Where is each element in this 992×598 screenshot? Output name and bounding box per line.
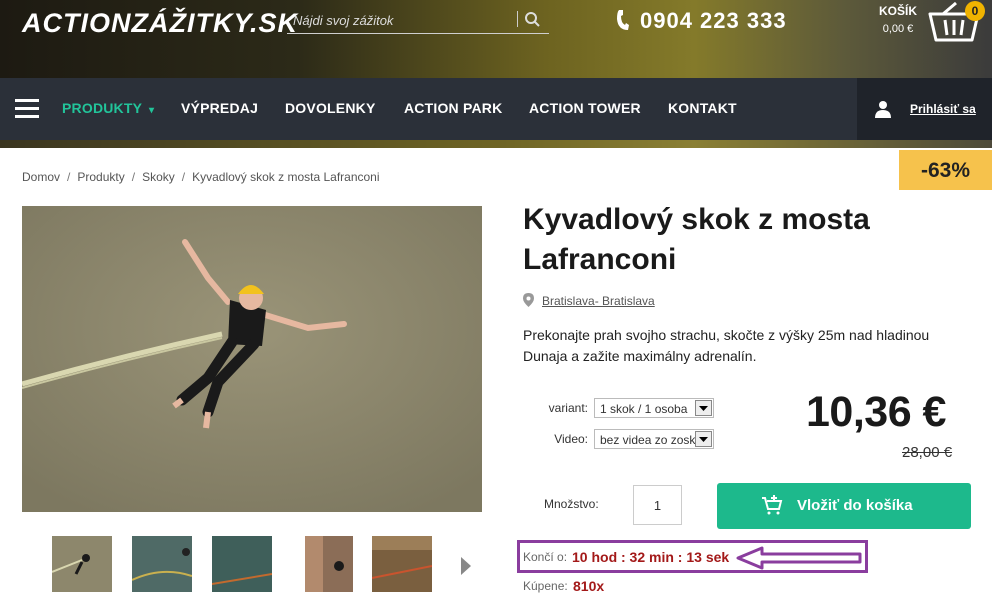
breadcrumb-separator: / (181, 170, 186, 184)
thumbnail-4[interactable] (305, 536, 353, 592)
search-bar (287, 8, 549, 34)
search-input[interactable] (293, 10, 511, 30)
thumbnail-2[interactable] (132, 536, 192, 592)
cart-add-icon (762, 495, 783, 515)
quantity-input[interactable] (633, 485, 682, 525)
nav-item-action-park[interactable]: ACTION PARK (404, 100, 502, 116)
cart-label: KOŠÍK (878, 4, 917, 18)
add-to-cart-button[interactable]: Vložiť do košíka (717, 483, 971, 529)
phone-icon (617, 10, 629, 30)
phone-text: 0904 223 333 (640, 8, 787, 33)
main-nav: PRODUKTY ▾ VÝPREDAJ DOVOLENKY ACTION PAR… (0, 78, 992, 140)
discount-badge: -63% (899, 150, 992, 190)
site-header: ACTIONZÁŽITKY.SK 0904 223 333 KOŠÍK 0,00… (0, 0, 992, 78)
product-price: 10,36 € (806, 388, 946, 436)
dropdown-arrow-icon (695, 431, 712, 447)
search-icon[interactable] (523, 10, 543, 30)
product-description: Prekonajte prah svojho strachu, skočte z… (523, 327, 930, 364)
bought-label: Kúpene: (523, 579, 568, 593)
breadcrumb-separator: / (67, 170, 71, 184)
bought-count: 810x (573, 578, 605, 594)
nav-item-produkty[interactable]: PRODUKTY ▾ (62, 100, 154, 116)
product-title: Kyvadlový skok z mosta Lafranconi (523, 203, 870, 276)
bungee-jumper-image (22, 206, 482, 512)
video-select[interactable]: bez videa zo zosk (594, 429, 714, 449)
header-stripe (0, 140, 992, 148)
location-pin-icon (523, 293, 534, 307)
cart-summary[interactable]: KOŠÍK 0,00 € (873, 4, 923, 35)
login-label: Prihlásiť sa (910, 102, 976, 116)
video-label: Video: (554, 432, 588, 446)
variant-value: 1 skok / 1 osoba (600, 402, 688, 416)
product-main-image[interactable] (22, 206, 482, 512)
login-button[interactable]: Prihlásiť sa (857, 78, 992, 140)
phone-number[interactable]: 0904 223 333 (616, 8, 787, 34)
dropdown-arrow-icon (695, 400, 712, 416)
breadcrumb-current: Kyvadlový skok z mosta Lafranconi (192, 170, 380, 184)
thumbnail-5[interactable] (372, 536, 432, 592)
user-icon (875, 101, 891, 118)
cart-total: 0,00 € (882, 23, 914, 35)
countdown-label: Končí o: (523, 550, 568, 564)
variant-select[interactable]: 1 skok / 1 osoba (594, 398, 714, 418)
breadcrumb: Domov / Produkty / Skoky / Kyvadlový skok z mo… (22, 170, 380, 184)
location-link[interactable]: Bratislava- Bratislava (542, 294, 655, 308)
product-old-price: 28,00 € (902, 444, 953, 461)
thumbnail-next-arrow-icon[interactable] (460, 556, 472, 576)
quantity-label: Množstvo: (544, 497, 599, 511)
product-location: Bratislava- Bratislava (523, 293, 655, 308)
thumbnail-1[interactable] (52, 536, 112, 592)
add-to-cart-label: Vložiť do košíka (797, 497, 913, 514)
countdown-value: 10 hod : 32 min : 13 sek (572, 549, 730, 565)
nav-item-kontakt[interactable]: KONTAKT (668, 100, 737, 116)
nav-item-action-tower[interactable]: ACTION TOWER (529, 100, 641, 116)
variant-label: variant: (548, 401, 588, 415)
breadcrumb-domov[interactable]: Domov (22, 170, 60, 184)
search-divider (517, 11, 518, 27)
highlight-arrow-icon (736, 546, 862, 570)
cart-count-badge: 0 (965, 1, 985, 21)
chevron-down-icon: ▾ (149, 105, 155, 116)
site-logo[interactable]: ACTIONZÁŽITKY.SK (22, 8, 298, 39)
video-value: bez videa zo zosk (600, 433, 696, 447)
hamburger-menu-icon[interactable] (15, 99, 39, 119)
breadcrumb-separator: / (131, 170, 136, 184)
thumbnail-3[interactable] (212, 536, 272, 592)
nav-item-vypredaj[interactable]: VÝPREDAJ (181, 100, 258, 116)
breadcrumb-skoky[interactable]: Skoky (142, 170, 175, 184)
nav-item-dovolenky[interactable]: DOVOLENKY (285, 100, 375, 116)
breadcrumb-produkty[interactable]: Produkty (77, 170, 124, 184)
